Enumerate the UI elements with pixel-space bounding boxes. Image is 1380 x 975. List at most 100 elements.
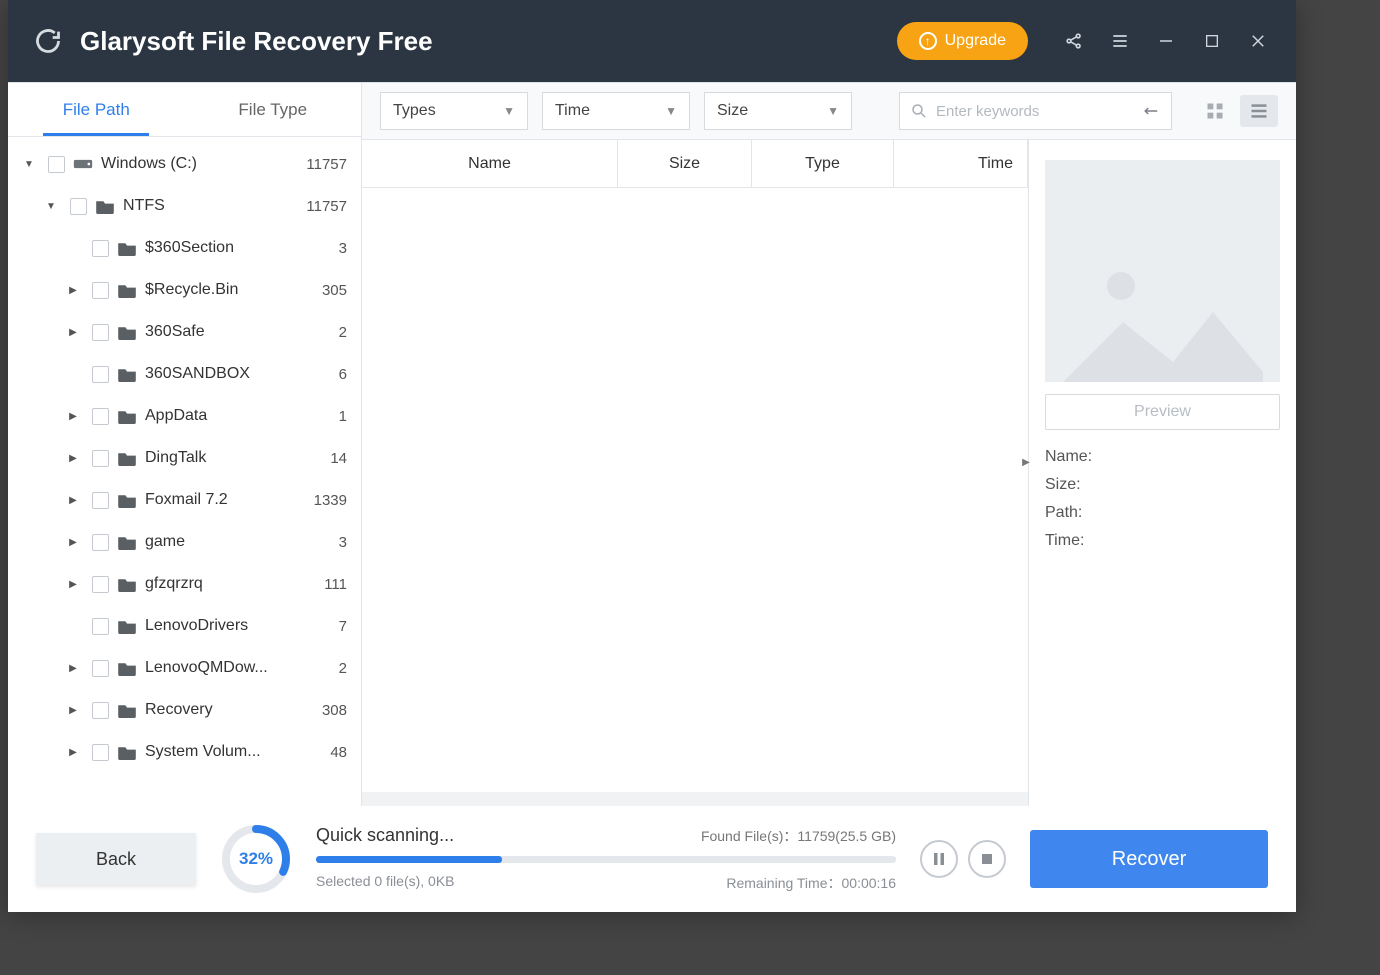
- checkbox[interactable]: [92, 534, 109, 551]
- tree-item[interactable]: ▶AppData1: [8, 395, 361, 437]
- checkbox[interactable]: [92, 324, 109, 341]
- checkbox[interactable]: [92, 618, 109, 635]
- checkbox[interactable]: [92, 450, 109, 467]
- back-button[interactable]: Back: [36, 833, 196, 885]
- checkbox[interactable]: [70, 198, 87, 215]
- menu-icon[interactable]: [1098, 19, 1142, 63]
- tree-item-label: AppData: [145, 407, 311, 425]
- recover-button[interactable]: Recover: [1030, 830, 1268, 888]
- search-box[interactable]: [899, 92, 1172, 130]
- drive-icon: [73, 154, 93, 174]
- file-table: Name Size Type Time: [362, 140, 1028, 806]
- info-size: Size:: [1045, 476, 1280, 494]
- share-icon[interactable]: [1052, 19, 1096, 63]
- tree-item[interactable]: ▶360Safe2: [8, 311, 361, 353]
- checkbox[interactable]: [92, 660, 109, 677]
- filter-size[interactable]: Size ▼: [704, 92, 852, 130]
- remaining-time-text: Remaining Time：00:00:16: [726, 873, 896, 893]
- info-name: Name:: [1045, 448, 1280, 466]
- enter-icon[interactable]: [1143, 104, 1161, 118]
- footer: Back 32% Quick scanning... Found File(s)…: [8, 806, 1296, 912]
- tree-item[interactable]: ▶$Recycle.Bin305: [8, 269, 361, 311]
- tree-item[interactable]: ▶gfzqrzrq111: [8, 563, 361, 605]
- filter-types[interactable]: Types ▼: [380, 92, 528, 130]
- tree-item[interactable]: LenovoDrivers 7: [8, 605, 361, 647]
- chevron-down-icon[interactable]: ▼: [44, 199, 58, 213]
- search-input[interactable]: [936, 103, 1135, 120]
- chevron-right-icon[interactable]: ▶: [66, 451, 80, 465]
- col-name[interactable]: Name: [362, 140, 618, 187]
- minimize-icon[interactable]: [1144, 19, 1188, 63]
- checkbox[interactable]: [92, 702, 109, 719]
- checkbox[interactable]: [92, 492, 109, 509]
- chevron-right-icon[interactable]: ▶: [66, 283, 80, 297]
- tree-item-label: Foxmail 7.2: [145, 491, 308, 509]
- folder-icon: [117, 742, 137, 762]
- col-type[interactable]: Type: [752, 140, 894, 187]
- filter-time[interactable]: Time ▼: [542, 92, 690, 130]
- chevron-down-icon: ▼: [503, 104, 515, 118]
- upgrade-button[interactable]: ↑ Upgrade: [897, 22, 1028, 60]
- preview-button[interactable]: Preview: [1045, 394, 1280, 430]
- col-size[interactable]: Size: [618, 140, 752, 187]
- chevron-right-icon[interactable]: ▶: [66, 745, 80, 759]
- tree-item[interactable]: ▶game3: [8, 521, 361, 563]
- horizontal-scrollbar[interactable]: [362, 792, 1028, 806]
- chevron-right-icon[interactable]: ▶: [66, 409, 80, 423]
- tree-item-count: 11757: [306, 198, 347, 215]
- checkbox[interactable]: [92, 240, 109, 257]
- preview-collapse-icon[interactable]: ▶: [1021, 450, 1031, 474]
- tree-item-label: gfzqrzrq: [145, 575, 311, 593]
- window-controls: [1052, 19, 1280, 63]
- tree-item[interactable]: ▼Windows (C:)11757: [8, 143, 361, 185]
- stop-button[interactable]: [968, 840, 1006, 878]
- tree-item-label: 360SANDBOX: [145, 365, 311, 383]
- tree-item-label: Recovery: [145, 701, 311, 719]
- chevron-right-icon[interactable]: ▶: [66, 703, 80, 717]
- tree-item[interactable]: ▶ System Volum... 48: [8, 731, 361, 773]
- table-area: Name Size Type Time ▶ Preview: [362, 139, 1296, 806]
- tree-item-label: game: [145, 533, 311, 551]
- expander-placeholder: [66, 241, 80, 255]
- chevron-down-icon[interactable]: ▼: [22, 157, 36, 171]
- tree-item-count: 2: [317, 324, 347, 341]
- table-body[interactable]: [362, 188, 1028, 792]
- tree-item[interactable]: 360SANDBOX6: [8, 353, 361, 395]
- close-icon[interactable]: [1236, 19, 1280, 63]
- checkbox[interactable]: [92, 576, 109, 593]
- tab-file-type[interactable]: File Type: [185, 83, 362, 136]
- tree-item[interactable]: ▶LenovoQMDow...2: [8, 647, 361, 689]
- chevron-right-icon[interactable]: ▶: [66, 577, 80, 591]
- tree-item-label: LenovoDrivers: [145, 617, 311, 635]
- tree-item[interactable]: $360Section3: [8, 227, 361, 269]
- tree-item[interactable]: ▶Recovery308: [8, 689, 361, 731]
- grid-view-button[interactable]: [1196, 95, 1234, 127]
- checkbox[interactable]: [92, 744, 109, 761]
- chevron-right-icon[interactable]: ▶: [66, 535, 80, 549]
- col-time[interactable]: Time: [894, 140, 1028, 187]
- chevron-right-icon[interactable]: ▶: [66, 325, 80, 339]
- tree-item[interactable]: ▼NTFS11757: [8, 185, 361, 227]
- checkbox[interactable]: [92, 282, 109, 299]
- chevron-right-icon[interactable]: ▶: [66, 661, 80, 675]
- maximize-icon[interactable]: [1190, 19, 1234, 63]
- folder-icon: [117, 406, 137, 426]
- tree-item-count: 7: [317, 618, 347, 635]
- tree-item-label: Windows (C:): [101, 155, 300, 173]
- tree-item-count: 48: [317, 744, 347, 761]
- checkbox[interactable]: [48, 156, 65, 173]
- app-logo-icon: [32, 25, 64, 57]
- folder-icon: [117, 658, 137, 678]
- checkbox[interactable]: [92, 366, 109, 383]
- folder-tree[interactable]: ▼ Windows (C:) 11757▼NTFS11757$360Section3…: [8, 137, 361, 806]
- pause-button[interactable]: [920, 840, 958, 878]
- tree-item[interactable]: ▶Foxmail 7.21339: [8, 479, 361, 521]
- tab-file-path[interactable]: File Path: [8, 83, 185, 136]
- table-header: Name Size Type Time: [362, 140, 1028, 188]
- checkbox[interactable]: [92, 408, 109, 425]
- tree-item-label: System Volum...: [145, 743, 311, 761]
- list-view-button[interactable]: [1240, 95, 1278, 127]
- chevron-right-icon[interactable]: ▶: [66, 493, 80, 507]
- tree-item-label: LenovoQMDow...: [145, 659, 311, 677]
- tree-item[interactable]: ▶DingTalk14: [8, 437, 361, 479]
